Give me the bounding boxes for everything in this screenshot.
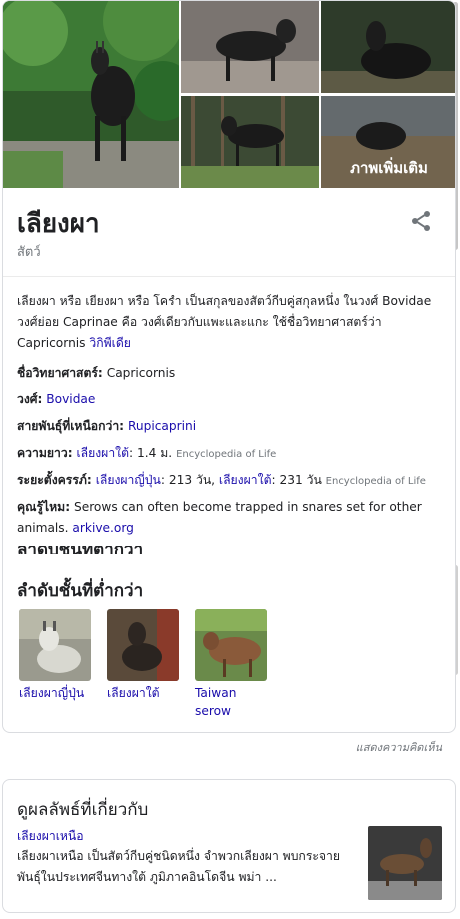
related-entity-description: เลียงผาเหนือ เป็นสัตว์กีบคู่ชนิดหนึ่ง จำ… xyxy=(17,849,341,884)
clipped-heading-text: ลำดับชั้นที่ต่ำกว่า xyxy=(17,546,217,554)
more-images-button[interactable]: ภาพเพิ่มเติม xyxy=(321,96,455,188)
fact-source: Encyclopedia of Life xyxy=(325,476,426,487)
length-species-link[interactable]: เลียงผาใต้ xyxy=(76,446,129,460)
feedback-link[interactable]: แสดงความคิดเห็น xyxy=(356,738,442,756)
share-button[interactable] xyxy=(409,209,433,233)
fact-scientific-name: ชื่อวิทยาศาสตร์: Capricornis xyxy=(17,363,447,384)
fact-label: สายพันธุ์ที่เหนือกว่า: xyxy=(17,419,125,433)
related-entity-image[interactable] xyxy=(368,826,442,900)
fact-gestation: ระยะตั้งครรภ์: เลียงผาญี่ปุ่น: 213 วัน, … xyxy=(17,470,447,492)
related-heading: ดูผลลัพธ์ที่เกี่ยวกับ xyxy=(17,800,149,820)
share-icon xyxy=(412,211,430,231)
taxa-label[interactable]: Taiwan serow xyxy=(195,684,275,720)
related-entity-link[interactable]: เลียงผาเหนือ xyxy=(17,827,84,846)
fact-label: ระยะตั้งครรภ์: xyxy=(17,473,92,487)
entity-description: เลียงผา หรือ เยียงผา หรือ โครำ เป็นสกุลข… xyxy=(17,291,445,354)
superspecies-link[interactable]: Rupicaprini xyxy=(128,419,196,433)
lower-taxa-heading: ลำดับชั้นที่ต่ำกว่า xyxy=(17,581,144,601)
main-serow-photo[interactable] xyxy=(3,1,179,188)
fact-source: Encyclopedia of Life xyxy=(176,449,277,460)
fact-label: ความยาว: xyxy=(17,446,73,460)
taxa-label[interactable]: เลียงผาญี่ปุ่น xyxy=(19,684,99,702)
fact-value: Capricornis xyxy=(106,366,176,380)
fact-label: วงศ์: xyxy=(17,392,43,406)
taxa-label[interactable]: เลียงผาใต้ xyxy=(107,684,187,702)
gestation-species-link-1[interactable]: เลียงผาญี่ปุ่น xyxy=(96,473,161,487)
clipped-heading: ลำดับชั้นที่ต่ำกว่า xyxy=(17,546,217,554)
taxa-thumb-japanese-serow[interactable] xyxy=(19,609,91,681)
related-results-card: ดูผลลัพธ์ที่เกี่ยวกับ เลียงผาเหนือ เลียง… xyxy=(2,779,456,913)
fact-label: ชื่อวิทยาศาสตร์: xyxy=(17,366,103,380)
image-gallery: ภาพเพิ่มเติม xyxy=(3,1,455,188)
divider xyxy=(3,276,455,277)
arkive-link[interactable]: arkive.org xyxy=(72,521,134,535)
family-link[interactable]: Bovidae xyxy=(46,392,95,406)
entity-subtitle: สัตว์ xyxy=(17,245,41,260)
wikipedia-link[interactable]: วิกิพีเดีย xyxy=(89,336,130,350)
description-text: เลียงผา หรือ เยียงผา หรือ โครำ เป็นสกุลข… xyxy=(17,294,432,350)
fact-did-you-know: คุณรู้ไหม: Serows can often become trapp… xyxy=(17,497,437,539)
serow-photo-4[interactable] xyxy=(181,96,319,188)
taxa-thumb-taiwan-serow[interactable] xyxy=(195,609,267,681)
fact-family: วงศ์: Bovidae xyxy=(17,389,447,410)
fact-superspecies: สายพันธุ์ที่เหนือกว่า: Rupicaprini xyxy=(17,416,447,437)
fact-length: ความยาว: เลียงผาใต้: 1.4 ม. Encyclopedia… xyxy=(17,443,447,465)
taxa-thumb-southern-serow[interactable] xyxy=(107,609,179,681)
fact-value-1: : 213 วัน, xyxy=(160,473,216,487)
knowledge-panel: ภาพเพิ่มเติม เลียงผา สัตว์ เลียงผา หรือ … xyxy=(2,0,456,733)
serow-photo-2[interactable] xyxy=(181,1,319,93)
gestation-species-link-2[interactable]: เลียงผาใต้ xyxy=(219,473,272,487)
entity-title: เลียงผา xyxy=(17,209,100,239)
fact-value-2: : 231 วัน xyxy=(271,473,322,487)
fact-label: คุณรู้ไหม: xyxy=(17,500,71,514)
serow-photo-3[interactable] xyxy=(321,1,455,93)
more-images-label: ภาพเพิ่มเติม xyxy=(350,159,428,177)
fact-value: : 1.4 ม. xyxy=(129,446,173,460)
